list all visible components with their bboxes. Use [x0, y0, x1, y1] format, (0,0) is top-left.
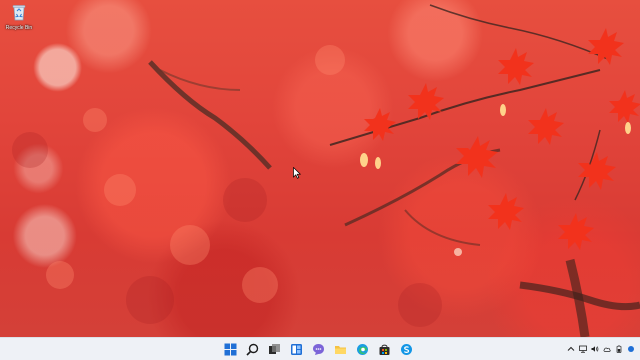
taskbar [0, 337, 640, 360]
chevron-up-icon [567, 346, 575, 351]
desktop[interactable]: Recycle Bin [0, 0, 640, 337]
store-button[interactable] [375, 340, 393, 358]
show-hidden-icons[interactable] [566, 342, 576, 356]
chat-button[interactable] [309, 340, 327, 358]
skype-button[interactable] [397, 340, 415, 358]
file-explorer-button[interactable] [331, 340, 349, 358]
network-status[interactable] [578, 342, 588, 356]
network-icon [579, 345, 587, 353]
volume-status[interactable] [590, 342, 600, 356]
recycle-bin-label: Recycle Bin [5, 25, 33, 31]
skype-icon [400, 343, 412, 355]
notification-icon [628, 346, 634, 352]
speaker-icon [591, 346, 599, 352]
windows-logo-icon [224, 343, 236, 355]
store-icon [379, 344, 389, 355]
folder-icon [334, 345, 346, 354]
chat-icon [312, 343, 324, 355]
start-button[interactable] [221, 340, 239, 358]
taskbar-pinned-apps [221, 340, 415, 358]
system-tray [566, 338, 636, 360]
task-view-button[interactable] [265, 340, 283, 358]
recycle-bin-icon [12, 5, 26, 21]
onedrive-status[interactable] [602, 342, 612, 356]
battery-icon [616, 345, 622, 353]
battery-status[interactable] [614, 342, 624, 356]
notifications[interactable] [626, 342, 636, 356]
search-button[interactable] [243, 340, 261, 358]
widgets-button[interactable] [287, 340, 305, 358]
task-view-icon [268, 343, 280, 354]
cloud-icon [603, 347, 611, 352]
edge-button[interactable] [353, 340, 371, 358]
edge-icon [356, 343, 368, 355]
mouse-pointer-icon [293, 167, 301, 179]
recycle-bin-shortcut[interactable]: Recycle Bin [2, 3, 36, 43]
wallpaper-image [12, 4, 640, 337]
widgets-icon [290, 343, 302, 355]
search-icon [245, 343, 258, 356]
